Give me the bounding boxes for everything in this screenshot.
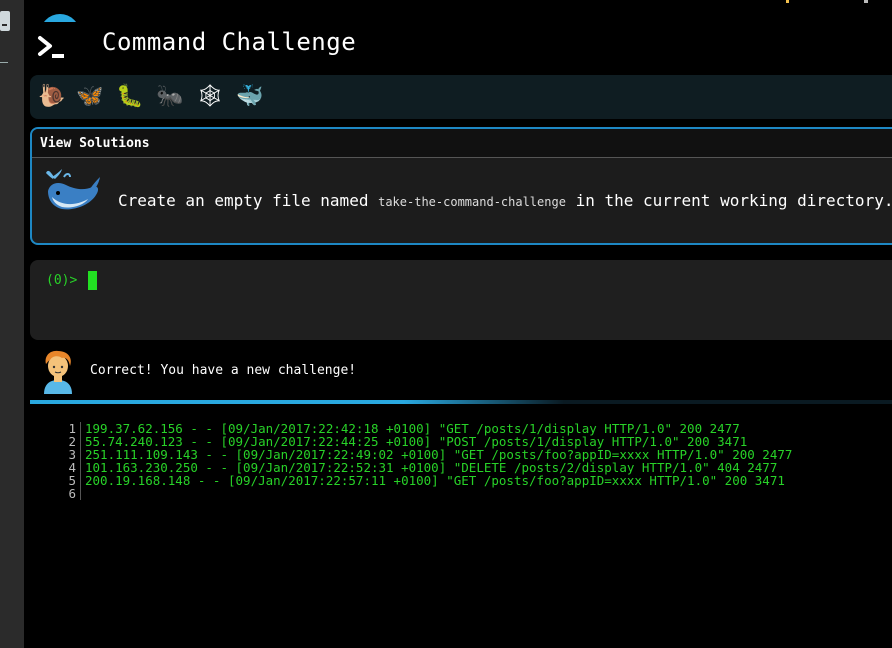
terminal-prompt-icon (38, 36, 64, 58)
whale-icon[interactable]: 🐳 (236, 83, 264, 111)
decorative-dot (786, 0, 789, 3)
challenge-text-pre: Create an empty file named (118, 191, 369, 210)
terminal-mini-icon[interactable] (0, 11, 10, 31)
challenge-description: Create an empty file named take-the-comm… (118, 191, 892, 210)
line-text: 200.19.168.148 - - [09/Jan/2017:22:57:11… (85, 473, 785, 488)
listing-line: 5 200.19.168.148 - - [09/Jan/2017:22:57:1… (54, 474, 792, 487)
decorative-dot (864, 0, 868, 3)
caterpillar-icon[interactable]: 🐛 (116, 83, 144, 111)
view-solutions-link[interactable]: View Solutions (40, 136, 150, 151)
terminal-cursor (88, 271, 97, 290)
person-avatar-icon (44, 350, 72, 394)
line-number: 6 (54, 487, 81, 500)
main-area: Command Challenge 🐌 🦋 🐛 🐜 🕸 🐳 View Solut… (24, 0, 892, 648)
page-title: Command Challenge (102, 28, 357, 56)
umbrella-icon (40, 14, 80, 22)
challenge-text-post: in the current working directory. (575, 191, 892, 210)
ant-icon[interactable]: 🐜 (156, 83, 184, 111)
butterfly-icon[interactable]: 🦋 (76, 83, 104, 111)
progress-fill (30, 400, 565, 404)
whale-icon (46, 169, 100, 210)
level-bar: 🐌 🦋 🐛 🐜 🕸 🐳 (30, 75, 892, 119)
snail-icon[interactable]: 🐌 (38, 83, 66, 111)
terminal-input[interactable]: (0)> (30, 260, 892, 340)
left-sidebar-strip (0, 0, 25, 648)
progress-bar (30, 400, 892, 404)
terminal-prompt: (0)> (46, 273, 78, 288)
listing-line: 6 (54, 487, 792, 500)
card-header: View Solutions (32, 129, 892, 158)
challenge-filename: take-the-command-challenge (378, 195, 566, 209)
logo[interactable] (36, 14, 84, 62)
spider-web-icon[interactable]: 🕸 (196, 83, 224, 111)
challenge-card: View Solutions Create an empty file name… (30, 127, 892, 245)
divider (0, 62, 8, 63)
file-listing: 1 199.37.62.156 - - [09/Jan/2017:22:42:18… (54, 422, 792, 500)
status-message: Correct! You have a new challenge! (90, 363, 357, 378)
